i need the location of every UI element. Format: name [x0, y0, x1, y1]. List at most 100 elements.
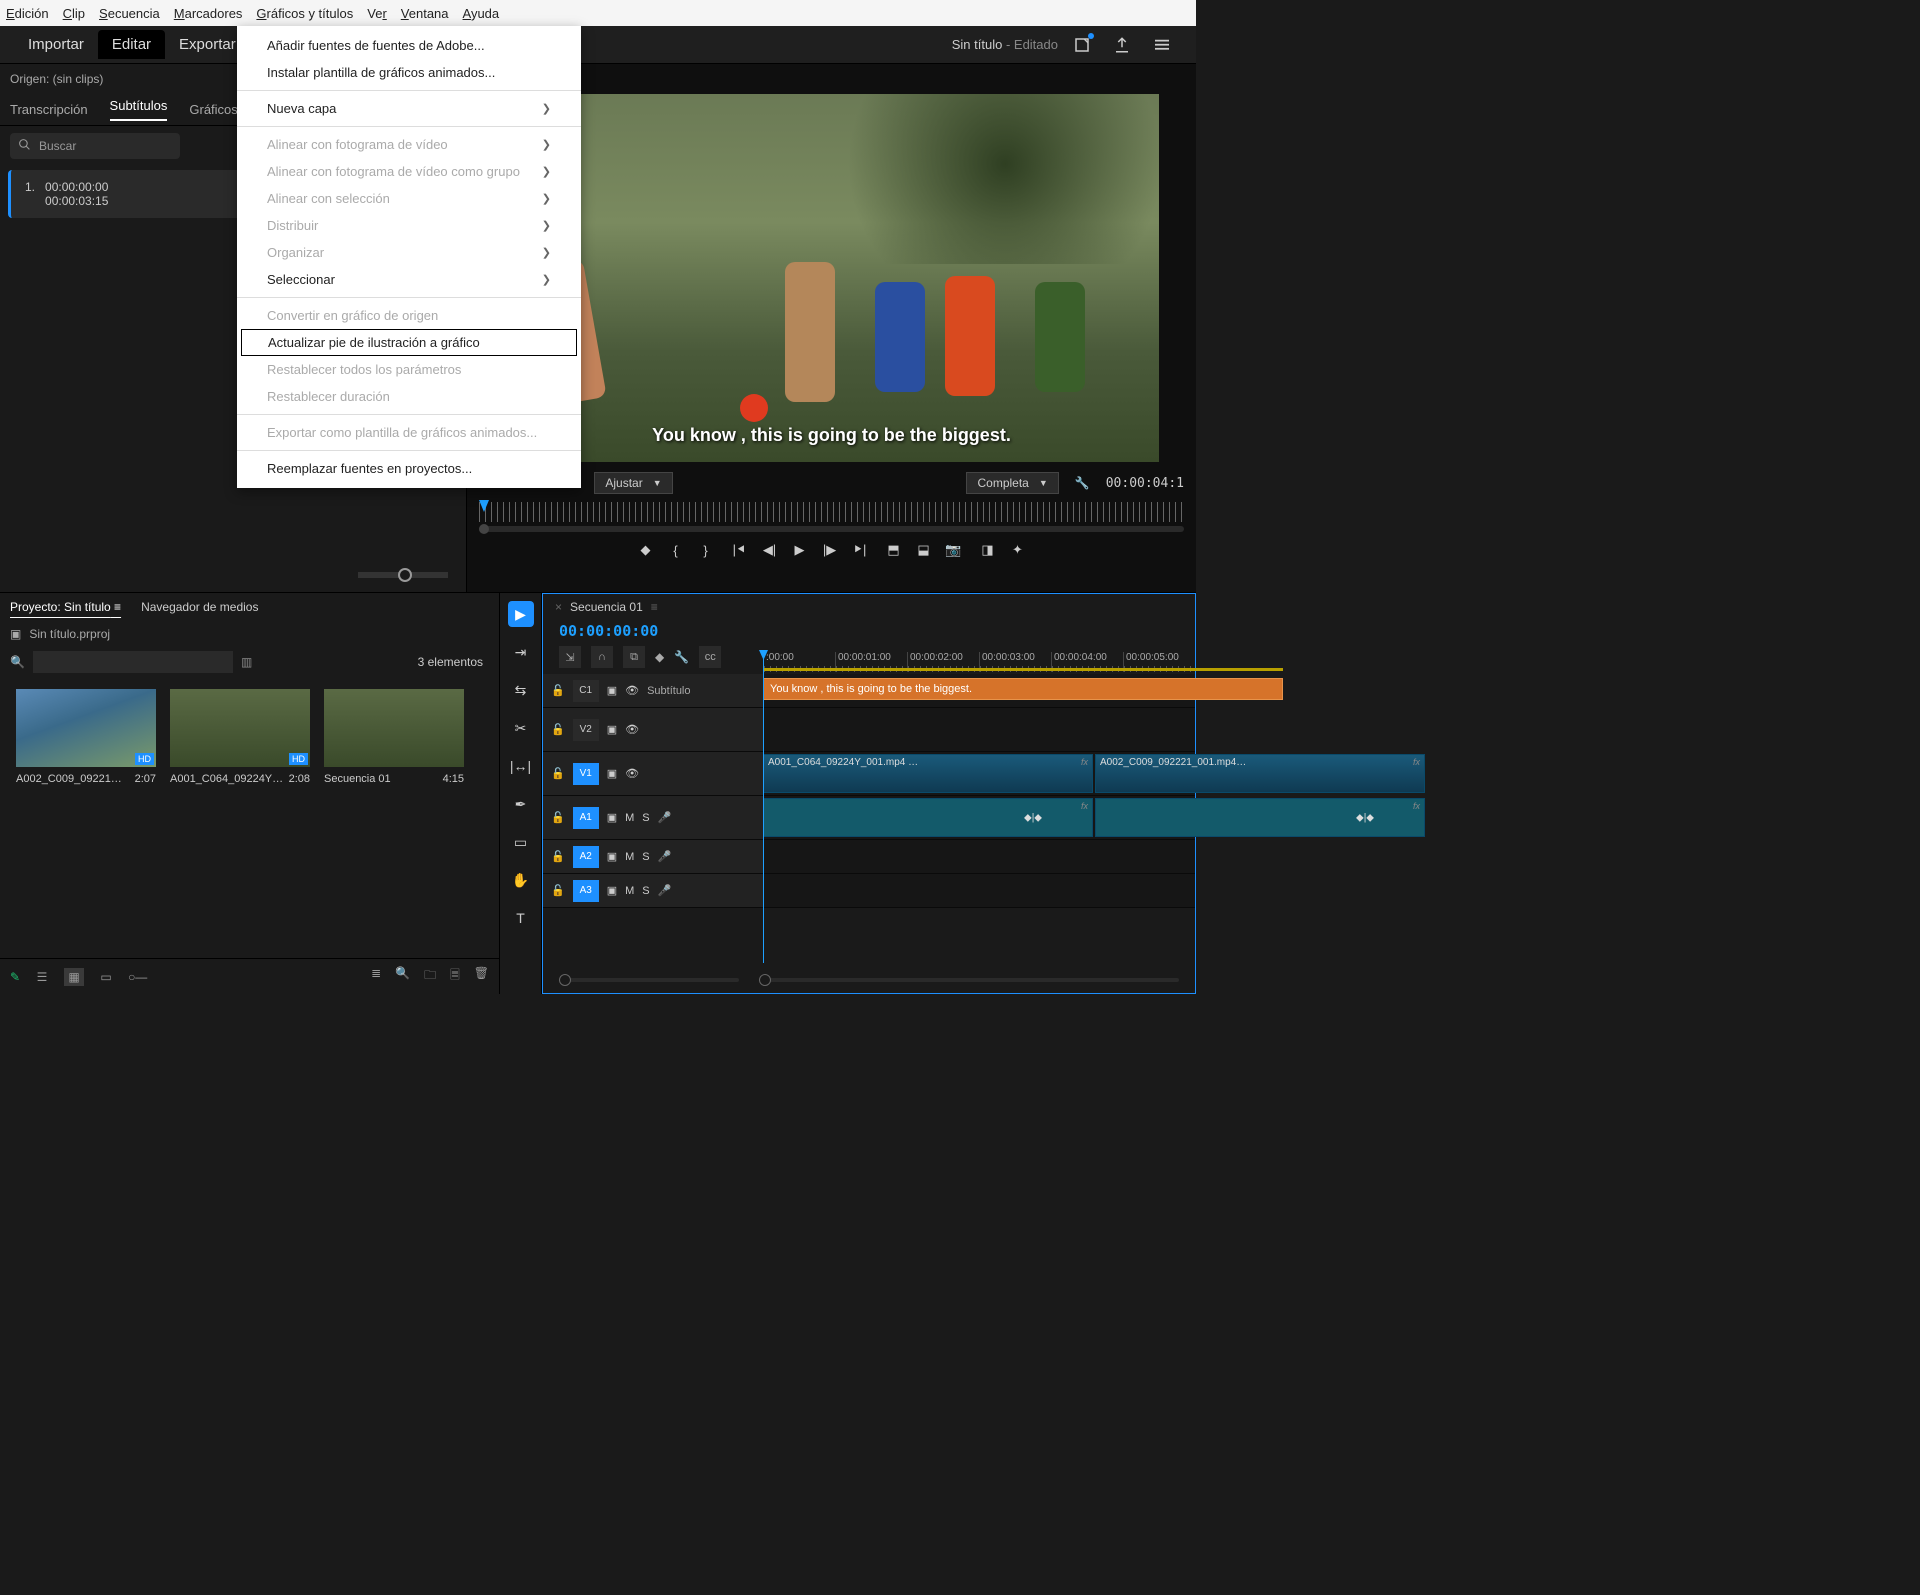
eye-icon[interactable]: 👁 — [625, 767, 639, 780]
dd-install-mogrt[interactable]: Instalar plantilla de gráficos animados.… — [237, 59, 581, 86]
dd-replace-fonts[interactable]: Reemplazar fuentes en proyectos... — [237, 455, 581, 482]
selection-tool-icon[interactable]: ▶ — [508, 601, 534, 627]
share-icon[interactable] — [1112, 35, 1132, 55]
eye-icon[interactable]: 👁 — [625, 684, 639, 697]
settings-icon[interactable]: 🔧 — [1075, 476, 1090, 490]
export-frame-icon[interactable]: 📷 — [946, 542, 962, 558]
track-select-tool-icon[interactable]: ⇥ — [508, 639, 534, 665]
lock-icon[interactable]: 🔓 — [551, 723, 565, 736]
find-icon[interactable]: 🔍 — [395, 966, 410, 987]
slider-handle-icon[interactable] — [398, 568, 412, 582]
zoom-fit-select[interactable]: Ajustar▼ — [594, 472, 672, 494]
linked-sel-icon[interactable]: ⧉ — [623, 646, 645, 668]
dd-new-layer[interactable]: Nueva capa❯ — [237, 95, 581, 122]
write-mode-icon[interactable]: ✎ — [10, 970, 20, 984]
lock-icon[interactable]: 🔓 — [551, 811, 565, 824]
type-tool-icon[interactable]: T — [508, 905, 534, 931]
quick-export-icon[interactable] — [1072, 35, 1092, 55]
resolution-select[interactable]: Completa▼ — [966, 472, 1058, 494]
razor-tool-icon[interactable]: ✂ — [508, 715, 534, 741]
dd-upgrade-caption-to-graphic[interactable]: Actualizar pie de ilustración a gráfico — [241, 329, 577, 356]
playhead-icon[interactable] — [479, 500, 489, 512]
auto-sequence-icon[interactable]: ≣ — [371, 966, 381, 987]
playhead-line[interactable] — [763, 652, 764, 963]
pen-tool-icon[interactable]: ✒ — [508, 791, 534, 817]
timeline-scrollbar[interactable] — [759, 978, 1179, 982]
add-marker-icon[interactable]: ◆ — [638, 542, 654, 558]
lock-icon[interactable]: 🔓 — [551, 850, 565, 863]
dd-add-adobe-fonts[interactable]: Añadir fuentes de fuentes de Adobe... — [237, 32, 581, 59]
lift-icon[interactable]: ⬒ — [886, 542, 902, 558]
dd-select[interactable]: Seleccionar❯ — [237, 266, 581, 293]
lock-icon[interactable]: 🔓 — [551, 767, 565, 780]
mute-icon[interactable]: M — [625, 851, 634, 863]
menu-marcadores[interactable]: Marcadores — [174, 6, 243, 21]
timeline-timecode[interactable]: 00:00:00:00 — [559, 622, 658, 640]
wrench-icon[interactable]: 🔧 — [674, 650, 689, 664]
workspace-edit[interactable]: Editar — [98, 30, 165, 59]
voice-icon[interactable]: 🎤 — [658, 850, 672, 863]
menu-secuencia[interactable]: Secuencia — [99, 6, 160, 21]
voice-icon[interactable]: 🎤 — [658, 811, 672, 824]
subtitle-search[interactable]: Buscar — [10, 133, 180, 159]
marker-tool-icon[interactable]: ◆ — [655, 650, 664, 664]
delete-icon[interactable]: 🗑 — [474, 966, 489, 987]
menu-ayuda[interactable]: Ayuda — [463, 6, 500, 21]
rectangle-tool-icon[interactable]: ▭ — [508, 829, 534, 855]
program-scrollbar[interactable] — [479, 526, 1184, 532]
mute-icon[interactable]: M — [625, 885, 634, 897]
ripple-tool-icon[interactable]: ⇆ — [508, 677, 534, 703]
program-ruler[interactable] — [479, 502, 1184, 522]
track-a2-label[interactable]: A2 — [573, 846, 599, 868]
menu-clip[interactable]: Clip — [63, 6, 85, 21]
step-back-icon[interactable]: ◀| — [762, 542, 778, 558]
project-search[interactable] — [33, 651, 233, 673]
lock-icon[interactable]: 🔓 — [551, 684, 565, 697]
new-bin-icon[interactable]: 🗀 — [424, 966, 436, 987]
mark-in-icon[interactable]: { — [668, 542, 684, 558]
workspace-import[interactable]: Importar — [14, 30, 98, 59]
timeline-seq-tab[interactable]: Secuencia 01 — [570, 600, 643, 614]
caption-track-icon[interactable]: cc — [699, 646, 721, 668]
track-a1-label[interactable]: A1 — [573, 807, 599, 829]
sync-lock-icon[interactable]: ▣ — [607, 723, 617, 736]
solo-icon[interactable]: S — [642, 885, 649, 897]
voice-icon[interactable]: 🎤 — [658, 884, 672, 897]
bin-item[interactable]: HD A001_C064_09224Y…2:08 — [170, 689, 310, 785]
slip-tool-icon[interactable]: |↔| — [508, 753, 534, 779]
tab-subtitles[interactable]: Subtítulos — [110, 98, 168, 121]
compare-icon[interactable]: ◨ — [980, 542, 996, 558]
mute-icon[interactable]: M — [625, 812, 634, 824]
button-editor-icon[interactable]: ✦ — [1010, 542, 1026, 558]
track-v2-label[interactable]: V2 — [573, 719, 599, 741]
icon-view-icon[interactable]: ▦ — [64, 968, 84, 986]
sync-lock-icon[interactable]: ▣ — [607, 850, 617, 863]
tab-project[interactable]: Proyecto: Sin título ≡ — [10, 600, 121, 614]
sync-lock-icon[interactable]: ▣ — [607, 767, 617, 780]
audio-clip[interactable]: ◆|◆fx — [1095, 798, 1425, 837]
sync-lock-icon[interactable]: ▣ — [607, 884, 617, 897]
subtitle-clip[interactable]: You know , this is going to be the bigge… — [763, 678, 1283, 700]
solo-icon[interactable]: S — [642, 812, 649, 824]
go-to-out-icon[interactable]: ⯈| — [852, 542, 868, 558]
eye-icon[interactable]: 👁 — [625, 723, 639, 736]
step-fwd-icon[interactable]: |▶ — [822, 542, 838, 558]
mark-out-icon[interactable]: } — [698, 542, 714, 558]
list-view-icon[interactable]: ☰ — [32, 968, 52, 986]
play-icon[interactable]: ▶ — [792, 542, 808, 558]
text-zoom-slider[interactable] — [358, 572, 448, 578]
track-toggle-icon[interactable]: ▣ — [607, 684, 617, 697]
menu-ventana[interactable]: Ventana — [401, 6, 449, 21]
tab-transcription[interactable]: Transcripción — [10, 102, 88, 117]
menu-ver[interactable]: Ver — [367, 6, 387, 21]
track-a3-label[interactable]: A3 — [573, 880, 599, 902]
sort-icon[interactable]: ○— — [128, 970, 147, 984]
extract-icon[interactable]: ⬓ — [916, 542, 932, 558]
filter-bin-icon[interactable]: ▥ — [241, 655, 252, 669]
snap-icon[interactable]: ∩ — [591, 646, 613, 668]
video-clip[interactable]: A001_C064_09224Y_001.mp4 …fx — [763, 754, 1093, 793]
new-item-icon[interactable]: 🗏 — [450, 966, 460, 987]
audio-clip[interactable]: ◆|◆fx — [763, 798, 1093, 837]
hand-tool-icon[interactable]: ✋ — [508, 867, 534, 893]
video-clip[interactable]: A002_C009_092221_001.mp4…fx — [1095, 754, 1425, 793]
